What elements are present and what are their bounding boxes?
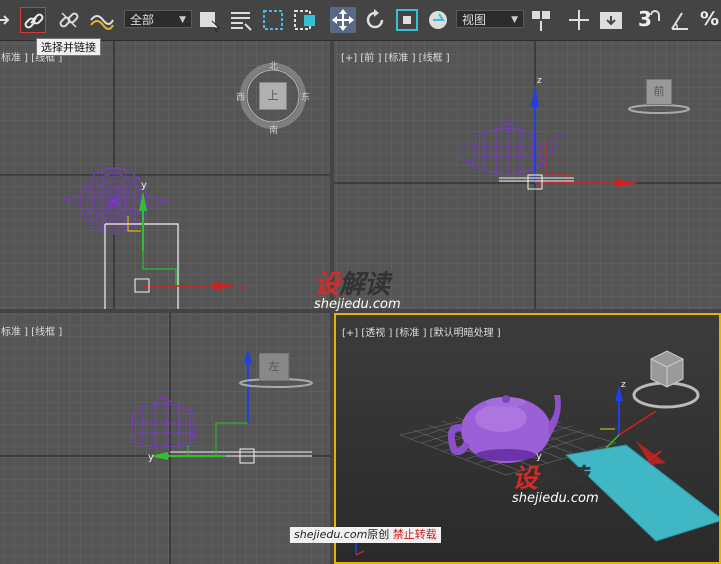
space-warp-icon (90, 15, 114, 30)
select-and-link-button[interactable] (20, 7, 46, 33)
viewcube-left[interactable]: 左 (238, 349, 318, 391)
keyboard-icon (600, 12, 622, 29)
teapot-shaded[interactable] (447, 395, 561, 463)
watermark-bottom-right: 设解读 shejiedu.com (512, 458, 599, 506)
viewport-top[interactable]: x y 上 北 南 西 东 标准 ] [线框 ] (0, 41, 330, 309)
select-object-icon (200, 12, 221, 33)
watermark-site: shejiedu.com (314, 297, 401, 312)
list-icon (231, 12, 252, 31)
dashed-rectangle-icon (263, 10, 283, 30)
move-icon (332, 9, 354, 31)
angle-snap-icon (671, 12, 688, 30)
compass-north-label: 北 (269, 62, 279, 72)
selection-filter-value: 全部 (130, 13, 155, 27)
viewcube-face[interactable]: 前 (646, 79, 672, 105)
select-and-rotate-button[interactable] (362, 7, 388, 33)
bind-to-space-warp-button[interactable] (88, 7, 114, 33)
pivot-center-button[interactable] (528, 7, 554, 33)
unlink-icon (59, 12, 79, 28)
selection-filter-dropdown[interactable]: 全部 ▼ (124, 10, 192, 28)
compass-south-label: 南 (269, 126, 279, 136)
viewcube-face[interactable]: 上 (259, 82, 287, 110)
compass-west-label: 西 (236, 93, 246, 103)
rectangular-selection-region-button[interactable] (260, 7, 286, 33)
window-crossing-button[interactable] (292, 7, 318, 33)
pivot-icon (532, 11, 550, 31)
y-axis-label: y (141, 180, 147, 191)
watermark-site: shejiedu.com (512, 491, 599, 506)
undo-arrow-icon[interactable] (0, 7, 16, 33)
rotate-icon (366, 9, 384, 29)
viewcube-perspective[interactable] (631, 345, 701, 415)
watermark-logo: 设解读 (512, 464, 588, 494)
compass-east-label: 东 (301, 93, 311, 103)
percent-snap-label: % (700, 8, 720, 30)
viewcube-top[interactable]: 上 北 南 西 东 (236, 61, 311, 136)
select-and-scale-button[interactable] (394, 7, 420, 33)
reference-coordinate-dropdown[interactable]: 视图 ▼ (456, 10, 524, 28)
unlink-selection-button[interactable] (56, 7, 82, 33)
select-by-name-button[interactable] (228, 7, 254, 33)
credit-notice: shejiedu.com原创 禁止转载 (290, 527, 441, 543)
z-axis-label: z (537, 76, 542, 86)
reference-coordinate-value: 视图 (462, 13, 487, 27)
magnet-icon (650, 10, 660, 21)
watermark-center: 设解读 shejiedu.com (314, 264, 401, 312)
link-icon (24, 13, 44, 29)
z-axis-label: z (621, 380, 626, 390)
select-object-button[interactable] (196, 7, 222, 33)
window-crossing-icon (294, 10, 315, 30)
chevron-down-icon: ▼ (179, 15, 186, 25)
viewcube-face[interactable]: 左 (259, 353, 289, 381)
keyboard-shortcut-override-button[interactable] (598, 7, 624, 33)
chevron-down-icon: ▼ (511, 15, 518, 25)
viewcube-front[interactable]: 前 (624, 71, 694, 121)
viewport-left[interactable]: y 左 标准 ] [线框 ] (0, 313, 330, 564)
y-axis-label: y (148, 452, 154, 463)
main-toolbar: 全部 ▼ 视图 ▼ 3 % (0, 0, 721, 41)
snaps-toggle-button[interactable]: 3 (636, 7, 662, 33)
viewcube-cube-and-ring (632, 350, 700, 409)
select-and-place-button[interactable] (426, 7, 452, 33)
scale-icon (396, 9, 418, 31)
crosshair-icon (569, 10, 589, 30)
select-manipulate-button[interactable] (566, 7, 592, 33)
angle-snap-button[interactable] (668, 7, 694, 33)
viewport-label-perspective[interactable]: [+] [透视 ] [标准 ] [默认明暗处理 ] (342, 324, 501, 339)
tooltip: 选择并链接 (36, 38, 101, 56)
x-axis-label: x (241, 283, 247, 293)
viewport-label-front[interactable]: [+] [前 ] [标准 ] [线框 ] (341, 49, 450, 64)
select-and-move-button[interactable] (330, 7, 356, 33)
viewport-label-left[interactable]: 标准 ] [线框 ] (1, 323, 62, 338)
watermark-logo: 设解读 (314, 270, 390, 300)
place-icon (429, 11, 447, 29)
percent-snap-button[interactable]: % (698, 7, 721, 33)
